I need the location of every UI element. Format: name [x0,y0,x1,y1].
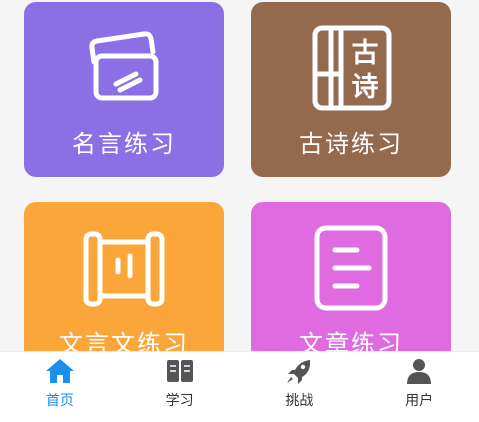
tab-study[interactable]: 学习 [120,352,240,422]
document-icon [314,225,388,311]
card-label: 文章练习 [299,330,403,351]
card-classical-practice[interactable]: 文言文练习 [24,202,224,351]
card-essays-practice[interactable]: 文章练习 [251,202,451,351]
tab-label: 首页 [45,393,74,409]
poem-book-icon: 古 诗 [312,25,392,111]
cards-icon [89,31,159,101]
scroll-icon [83,231,165,307]
card-quotes-practice[interactable]: 名言练习 [24,2,224,177]
bottom-tab-bar: 首页 学习 挑战 用户 [0,351,479,422]
poem-char-2: 诗 [352,72,379,103]
tab-label: 挑战 [285,393,314,409]
card-poems-practice[interactable]: 古 诗 古诗练习 [251,2,451,177]
card-label: 古诗练习 [299,130,403,158]
tab-user[interactable]: 用户 [359,352,479,422]
card-label: 名言练习 [72,130,176,158]
tab-label: 用户 [405,393,434,409]
tab-label: 学习 [165,393,194,409]
poem-char-1: 古 [352,38,379,69]
home-icon [45,359,74,383]
tab-challenge[interactable]: 挑战 [240,352,360,422]
card-label: 文言文练习 [59,330,189,351]
user-icon [407,359,432,384]
tab-home[interactable]: 首页 [0,352,120,422]
rocket-icon [287,360,311,384]
book-icon [166,360,193,382]
practice-grid: 名言练习 古 诗 古诗练习 文言文练习 文章练习 [0,0,479,351]
